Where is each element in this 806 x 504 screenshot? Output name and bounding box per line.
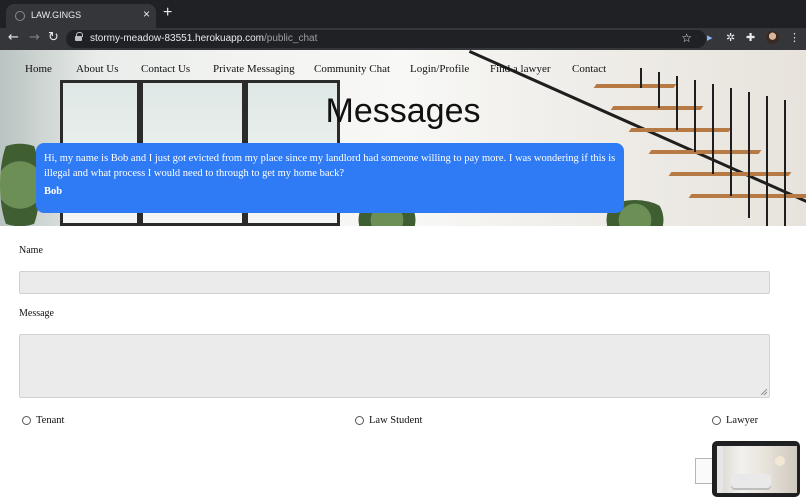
nav-login-profile[interactable]: Login/Profile [410,63,469,75]
browser-tab-bar: LAW.GINGS × + [0,0,806,28]
favicon-icon [15,11,25,21]
message-label: Message [19,308,54,319]
browser-menu-icon[interactable]: ⋮ [789,31,800,44]
thumbnail-image [717,446,797,493]
url-host: stormy-meadow-83551.herokuapp.com [90,33,264,44]
page-title: Messages [325,92,481,130]
message-textarea[interactable] [19,334,770,398]
tab-close-icon[interactable]: × [143,7,150,21]
profile-avatar[interactable] [766,31,779,44]
message-author: Bob [44,186,63,197]
radio-lawyer[interactable]: Lawyer [712,415,758,426]
message-text: Hi, my name is Bob and I just got evicte… [44,153,616,179]
stair-step [648,150,762,154]
nav-find-a-lawyer[interactable]: Find a lawyer [490,63,550,75]
url-text: stormy-meadow-83551.herokuapp.com/public… [90,33,317,44]
radio-label: Lawyer [726,415,759,426]
radio-button[interactable] [712,416,721,425]
stair-step [593,84,677,88]
radio-label: Tenant [36,415,65,426]
name-label: Name [19,245,43,256]
extension-gear-icon[interactable]: ✲ [726,31,735,44]
nav-contact-us[interactable]: Contact Us [141,63,190,75]
tab-title: LAW.GINGS [31,10,82,20]
browser-tab[interactable]: LAW.GINGS × [6,4,156,28]
plant-illustration [0,130,40,226]
thumbnail-sidebar [717,446,723,493]
extensions-puzzle-icon[interactable]: ✚ [746,31,755,44]
reload-icon[interactable]: ↻ [48,30,59,45]
screenshot-thumbnail[interactable] [712,441,800,497]
nav-private-messaging[interactable]: Private Messaging [213,63,295,75]
browser-toolbar: ← → ↻ stormy-meadow-83551.herokuapp.com/… [0,28,806,50]
radio-tenant[interactable]: Tenant [22,415,64,426]
nav-community-chat[interactable]: Community Chat [314,63,390,75]
message-bubble: Hi, my name is Bob and I just got evicte… [36,143,624,213]
radio-law-student[interactable]: Law Student [355,415,422,426]
thumbnail-lamp [775,456,785,466]
nav-home[interactable]: Home [25,63,52,75]
resize-handle-icon[interactable] [761,389,767,395]
lock-icon [75,32,83,43]
back-icon[interactable]: ← [8,30,19,45]
url-path: /public_chat [263,33,318,44]
address-bar[interactable]: stormy-meadow-83551.herokuapp.com/public… [66,30,706,48]
thumbnail-sofa [731,474,771,488]
forward-icon[interactable]: → [29,30,40,45]
radio-button[interactable] [355,416,364,425]
radio-button[interactable] [22,416,31,425]
nav-about-us[interactable]: About Us [76,63,118,75]
new-tab-icon[interactable]: + [163,4,172,22]
extension-play-icon[interactable]: ▸ [707,31,713,44]
site-nav: Home About Us Contact Us Private Messagi… [0,63,806,79]
radio-label: Law Student [369,415,423,426]
nav-contact[interactable]: Contact [572,63,606,75]
name-input[interactable] [19,271,770,294]
bookmark-star-icon[interactable]: ☆ [681,31,692,45]
